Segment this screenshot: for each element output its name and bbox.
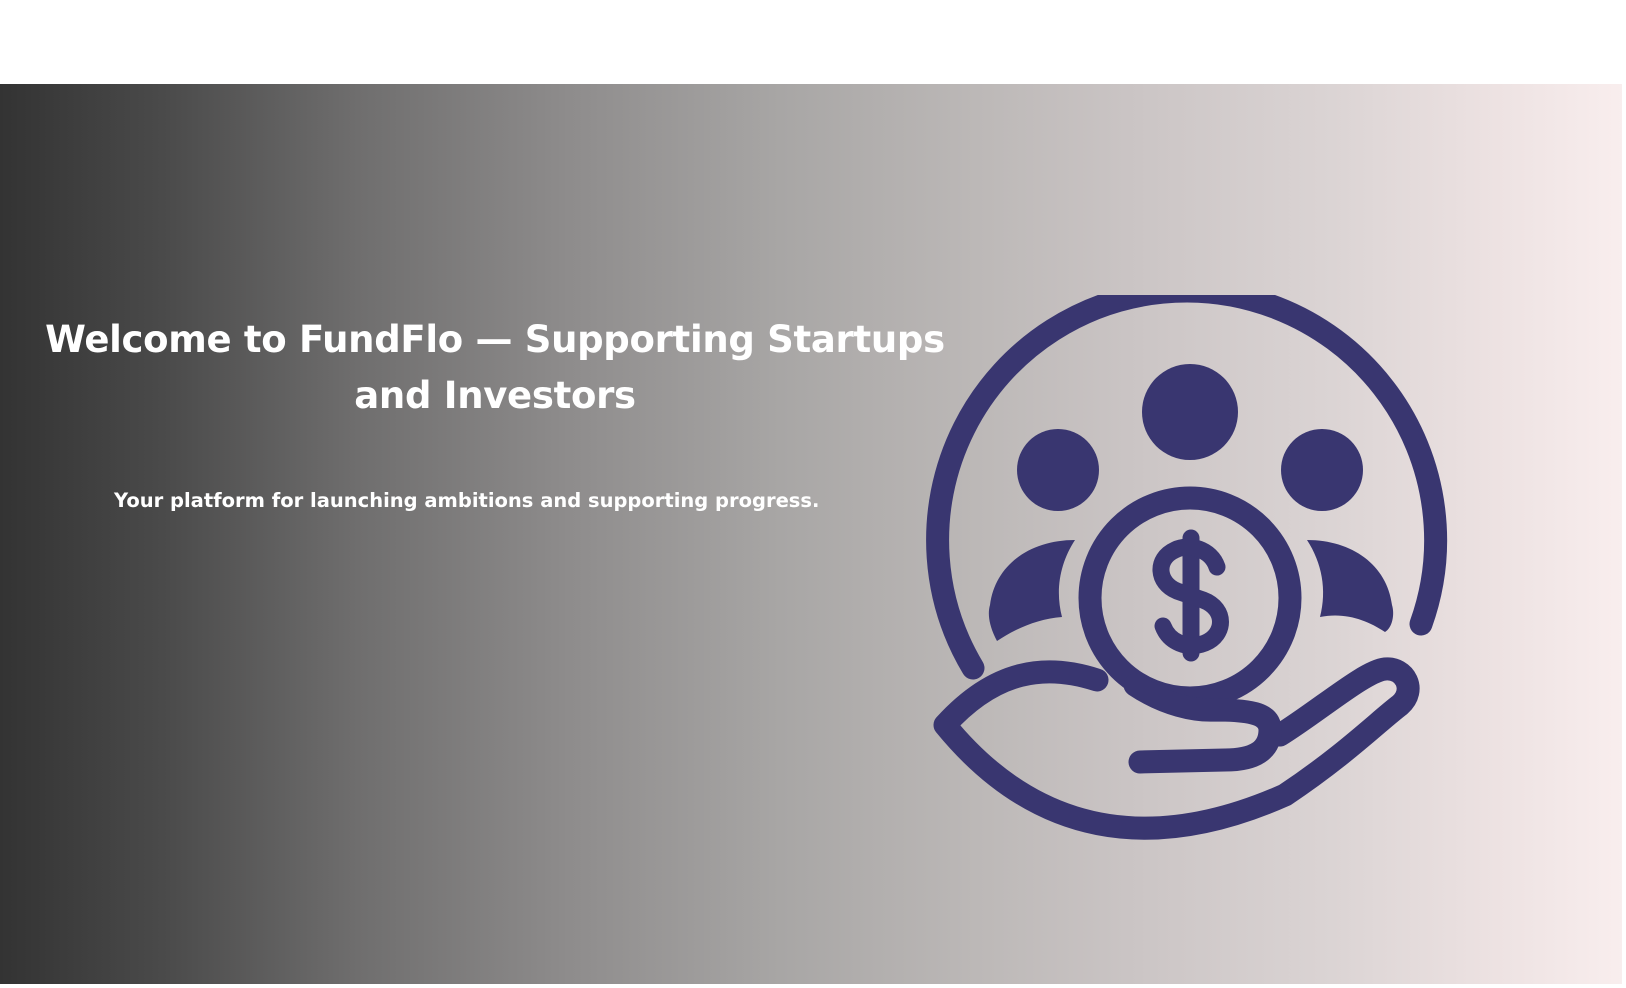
- hero-tagline: Your platform for launching ambitions an…: [114, 489, 820, 512]
- hero-headline: Welcome to FundFlo — Supporting Startups…: [45, 318, 945, 417]
- page-edge-bottom: [0, 984, 1626, 988]
- page-edge: [1622, 84, 1626, 988]
- top-header-bar: [0, 0, 1626, 84]
- investment-illustration: [925, 279, 1455, 855]
- hand-holding-coin-investors-icon: [926, 279, 1448, 840]
